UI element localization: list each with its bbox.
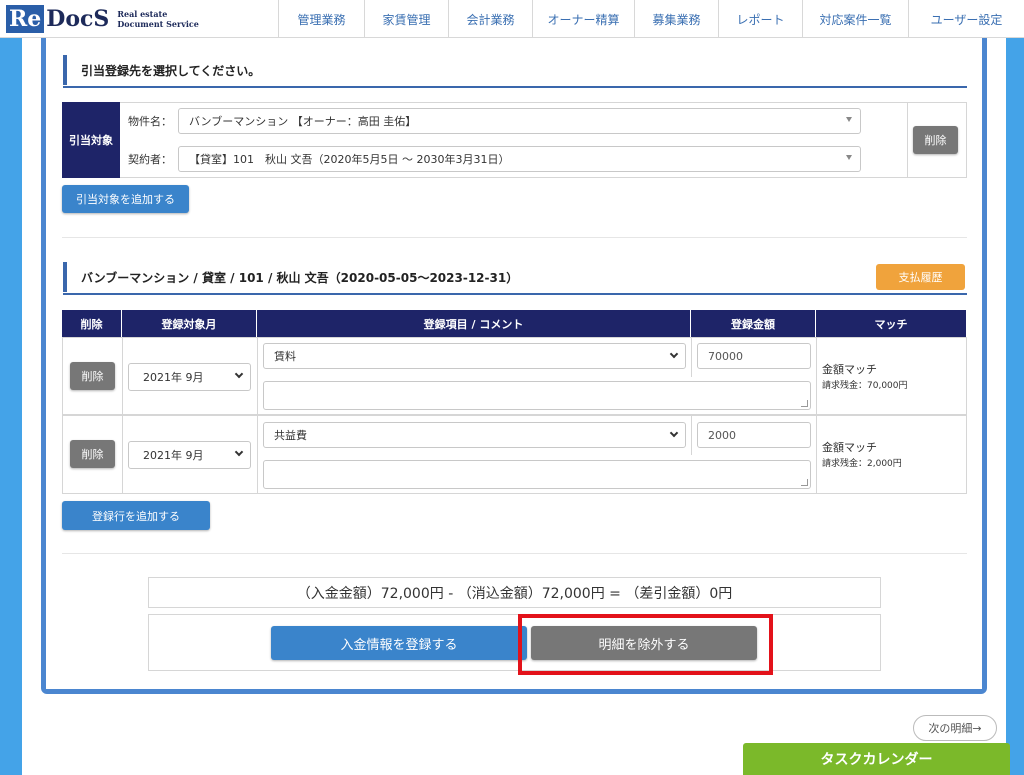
col-item-comment: 登録項目 / コメント — [257, 310, 691, 337]
logo-subtitle: Real estate Document Service — [117, 9, 199, 29]
match-status: 金額マッチ — [822, 441, 877, 454]
item-select[interactable]: 共益費 — [263, 422, 686, 448]
caret-down-icon — [846, 155, 852, 160]
chevron-down-icon — [669, 349, 679, 359]
row-divider — [257, 337, 258, 415]
row-divider — [816, 337, 817, 415]
nav-accounting[interactable]: 会計業務 — [448, 0, 532, 38]
col-amount: 登録金額 — [691, 310, 816, 337]
month-select[interactable]: 2021年 9月 — [128, 441, 251, 469]
logo-docs: DocS — [46, 6, 110, 32]
item-select[interactable]: 賃料 — [263, 343, 686, 369]
contractor-select[interactable]: 【貸室】101 秋山 文吾（2020年5月5日 〜 2030年3月31日） — [178, 146, 861, 172]
logo-line1: Real estate — [117, 9, 168, 19]
selection-title: 引当登録先を選択してください。 — [63, 55, 963, 85]
logo-line2: Document Service — [117, 19, 199, 29]
resize-grip-icon[interactable] — [801, 479, 808, 486]
chevron-down-icon — [234, 369, 244, 379]
add-target-button[interactable]: 引当対象を追加する — [62, 185, 189, 213]
row-divider — [691, 415, 692, 455]
next-detail-button[interactable]: 次の明細→ — [913, 715, 997, 741]
resize-grip-icon[interactable] — [801, 400, 808, 407]
target-divider — [907, 102, 908, 178]
contractor-label: 契約者： — [128, 153, 172, 166]
nav-user-settings[interactable]: ユーザー設定 — [908, 0, 1024, 38]
target-label: 引当対象 — [62, 102, 120, 178]
month-value: 2021年 9月 — [143, 371, 204, 384]
registration-title-underline — [63, 293, 967, 295]
payment-history-button[interactable]: 支払履歴 — [876, 264, 965, 290]
selection-title-underline — [63, 86, 967, 88]
row-divider — [816, 415, 817, 494]
section-divider — [62, 237, 967, 238]
right-stripe — [1006, 38, 1024, 775]
month-value: 2021年 9月 — [143, 449, 204, 462]
left-stripe — [0, 38, 22, 775]
row-delete-button[interactable]: 削除 — [70, 440, 115, 468]
amount-summary: （入金金額）72,000円 - （消込金額）72,000円 = （差引金額）0円 — [148, 577, 881, 608]
row-divider — [122, 337, 123, 415]
registration-title: バンブーマンション / 貸室 / 101 / 秋山 文吾（2020-05-05〜… — [63, 262, 863, 292]
amount-value: 70000 — [708, 349, 743, 363]
logo[interactable]: Re DocS Real estate Document Service — [0, 0, 278, 38]
match-detail: 請求残金：2,000円 — [822, 459, 902, 469]
amount-input[interactable]: 70000 — [697, 343, 811, 369]
property-label: 物件名： — [128, 115, 172, 128]
nav-report[interactable]: レポート — [718, 0, 802, 38]
row-divider — [122, 415, 123, 494]
comment-textarea[interactable] — [263, 381, 811, 410]
highlight-box — [518, 614, 773, 675]
nav-management[interactable]: 管理業務 — [278, 0, 364, 38]
top-header: Re DocS Real estate Document Service 管理業… — [0, 0, 1024, 38]
contractor-value: 【貸室】101 秋山 文吾（2020年5月5日 〜 2030年3月31日） — [189, 153, 510, 166]
property-select[interactable]: バンブーマンション 【オーナー：高田 圭佑】 — [178, 108, 861, 134]
logo-re: Re — [6, 5, 45, 33]
property-value: バンブーマンション 【オーナー：高田 圭佑】 — [189, 115, 417, 128]
row-delete-button[interactable]: 削除 — [70, 362, 115, 390]
chevron-down-icon — [669, 428, 679, 438]
month-select[interactable]: 2021年 9月 — [128, 363, 251, 391]
item-value: 共益費 — [274, 429, 307, 442]
row-divider — [691, 337, 692, 377]
match-status: 金額マッチ — [822, 363, 877, 376]
nav-owner-settlement[interactable]: オーナー精算 — [532, 0, 634, 38]
main-nav: 管理業務 家賃管理 会計業務 オーナー精算 募集業務 レポート 対応案件一覧 ユ… — [278, 0, 1024, 38]
item-value: 賃料 — [274, 350, 296, 363]
caret-down-icon — [846, 117, 852, 122]
col-delete: 削除 — [62, 310, 122, 337]
row-divider — [257, 415, 258, 494]
nav-rent[interactable]: 家賃管理 — [364, 0, 448, 38]
target-delete-button[interactable]: 削除 — [913, 126, 958, 154]
amount-input[interactable]: 2000 — [697, 422, 811, 448]
add-row-button[interactable]: 登録行を追加する — [62, 501, 210, 530]
amount-value: 2000 — [708, 428, 736, 442]
register-payment-button[interactable]: 入金情報を登録する — [271, 626, 527, 660]
match-detail: 請求残金：70,000円 — [822, 381, 908, 391]
section-divider — [62, 553, 967, 554]
comment-textarea[interactable] — [263, 460, 811, 489]
nav-cases[interactable]: 対応案件一覧 — [802, 0, 908, 38]
nav-recruitment[interactable]: 募集業務 — [634, 0, 718, 38]
col-target-month: 登録対象月 — [122, 310, 257, 337]
task-calendar-button[interactable]: タスクカレンダー — [743, 743, 1010, 775]
chevron-down-icon — [234, 447, 244, 457]
col-match: マッチ — [816, 310, 966, 337]
